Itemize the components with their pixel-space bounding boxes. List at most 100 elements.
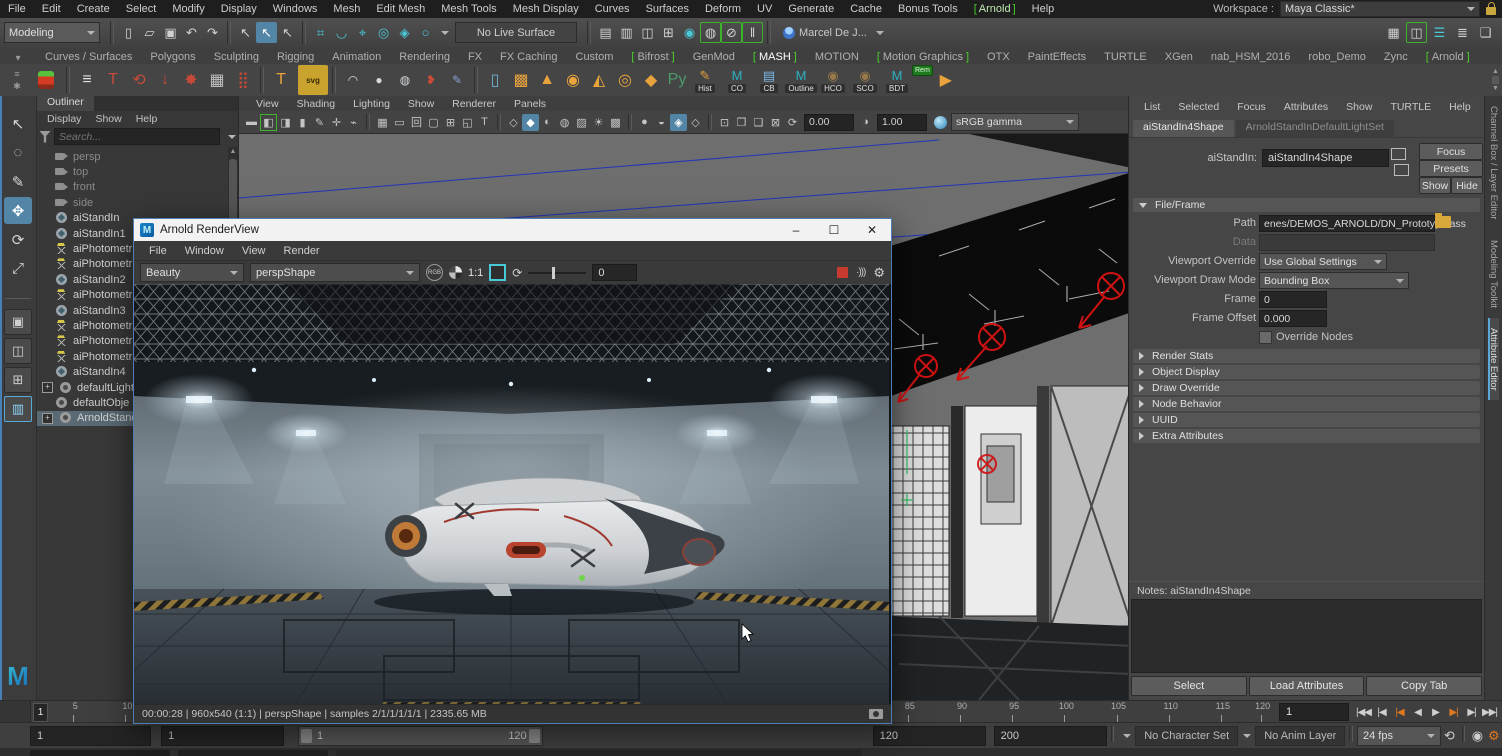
- hide-button[interactable]: Hide: [1451, 177, 1483, 194]
- default-material-icon[interactable]: ●: [636, 114, 653, 131]
- collapsed-section-header[interactable]: Draw Override: [1133, 381, 1480, 395]
- shelf-tab[interactable]: PaintEffects: [1019, 50, 1096, 64]
- wire-on-shaded-icon[interactable]: ◒: [653, 114, 670, 131]
- refresh-render-icon[interactable]: ⟳: [512, 266, 522, 280]
- renderview-menu-item[interactable]: Render: [275, 245, 329, 257]
- live-surface-field[interactable]: No Live Surface: [455, 22, 577, 43]
- layout-single-pane[interactable]: ▣: [4, 309, 32, 335]
- shelf-tab[interactable]: nab_HSM_2016: [1202, 50, 1300, 64]
- character-set-selector[interactable]: No Character Set: [1135, 726, 1238, 746]
- aa-icon[interactable]: ▩: [607, 114, 624, 131]
- viewport-menu-item[interactable]: Renderer: [443, 98, 505, 110]
- color-wheel-icon[interactable]: [449, 266, 462, 279]
- exposure-field[interactable]: 0.00: [804, 114, 854, 131]
- select-tool[interactable]: ↖: [4, 110, 32, 137]
- expand-icon[interactable]: +: [42, 413, 53, 424]
- select-by-object-icon[interactable]: ↖: [256, 22, 277, 43]
- joints-xray-icon[interactable]: ◇: [687, 114, 704, 131]
- shaded-icon[interactable]: ◆: [522, 114, 539, 131]
- scale-tool[interactable]: ⤢: [4, 255, 32, 282]
- shelf-tab[interactable]: Zync: [1375, 50, 1417, 64]
- filter-icon[interactable]: [39, 131, 51, 143]
- overscan-icon[interactable]: ⌁: [345, 114, 362, 131]
- timeline-options-cell[interactable]: [0, 701, 31, 723]
- viewport-draw-mode-dropdown[interactable]: Bounding Box: [1259, 272, 1409, 289]
- range-slider[interactable]: 1 120: [298, 726, 543, 746]
- menu-item[interactable]: Surfaces: [638, 3, 697, 15]
- step-forward-key-button[interactable]: ▶|: [1445, 703, 1462, 721]
- collapsed-section-header[interactable]: Object Display: [1133, 365, 1480, 379]
- chevron-down-icon[interactable]: [1243, 734, 1251, 738]
- menu-item[interactable]: Select: [118, 3, 165, 15]
- shelf-tab[interactable]: MASH: [744, 50, 806, 64]
- snap-to-view-plane-icon[interactable]: ◈: [394, 22, 415, 43]
- frame-offset-field[interactable]: 0.000: [1259, 310, 1327, 327]
- safe-title-icon[interactable]: T: [476, 114, 493, 131]
- shelf-tab[interactable]: Curves / Surfaces: [36, 50, 141, 64]
- zoom-ratio[interactable]: 1:1: [468, 267, 483, 279]
- shelf-tab[interactable]: robo_Demo: [1299, 50, 1374, 64]
- fps-selector[interactable]: 24 fps: [1357, 726, 1441, 746]
- outliner-panel-tab[interactable]: Outliner: [37, 96, 94, 111]
- gamma-field[interactable]: 1.00: [877, 114, 927, 131]
- viewport-menu-item[interactable]: Shading: [288, 98, 345, 110]
- shelf-labeled-button[interactable]: ▤ CB: [754, 68, 784, 93]
- sidebar-vertical-tab[interactable]: Channel Box / Layer Editor: [1488, 96, 1499, 230]
- menu-item[interactable]: Windows: [265, 3, 326, 15]
- notes-textarea[interactable]: [1131, 599, 1482, 673]
- step-forward-frame-button[interactable]: ▶|: [1463, 703, 1480, 721]
- blob-icon[interactable]: ❥: [418, 67, 444, 93]
- layout-two-pane[interactable]: ◫: [4, 338, 32, 364]
- attribute-editor-footer-button[interactable]: Copy Tab: [1366, 676, 1482, 696]
- ao-icon[interactable]: ☀: [590, 114, 607, 131]
- user-account-selector[interactable]: Marcel De J...: [783, 27, 884, 39]
- collapsed-section-header[interactable]: Extra Attributes: [1133, 429, 1480, 443]
- minimize-button[interactable]: –: [777, 219, 815, 241]
- shelf-tab[interactable]: Rendering: [390, 50, 459, 64]
- snap-to-grid-icon[interactable]: ⌗: [310, 22, 331, 43]
- connection-in-icon[interactable]: [1391, 148, 1406, 160]
- menu-item[interactable]: Mesh Display: [505, 3, 587, 15]
- renderview-menu-item[interactable]: File: [140, 245, 176, 257]
- shelf-gear-icon[interactable]: ✱: [13, 81, 21, 92]
- menu-item[interactable]: Edit Mesh: [368, 3, 433, 15]
- menu-item[interactable]: File: [0, 3, 34, 15]
- attribute-editor-menu-item[interactable]: Attributes: [1275, 101, 1337, 113]
- menu-item[interactable]: Edit: [34, 3, 69, 15]
- scroll-up-icon[interactable]: ▲: [229, 147, 237, 157]
- layer-editor-toggle-icon[interactable]: ❏: [1475, 22, 1496, 43]
- presets-button[interactable]: Presets: [1419, 160, 1483, 177]
- playback-start-field[interactable]: 1: [161, 726, 284, 746]
- outliner-item[interactable]: + side: [37, 195, 238, 210]
- shelf-tab[interactable]: FX: [459, 50, 491, 64]
- mash-waiter-icon[interactable]: ≡: [74, 67, 100, 93]
- progressive-render-icon[interactable]: ·))): [856, 267, 865, 278]
- menu-item[interactable]: Cache: [842, 3, 890, 15]
- film-gate-icon[interactable]: ▭: [391, 114, 408, 131]
- safe-action-icon[interactable]: ◱: [459, 114, 476, 131]
- mash-sphere-icon[interactable]: ◉: [560, 67, 586, 93]
- sidebar-vertical-tab[interactable]: Attribute Editor: [1488, 318, 1499, 401]
- aov-selector[interactable]: Beauty: [140, 263, 244, 282]
- animation-end-field[interactable]: 200: [994, 726, 1107, 746]
- ipr-icon[interactable]: ◍: [700, 22, 721, 43]
- plugin-b-icon[interactable]: ❑: [750, 114, 767, 131]
- menu-item[interactable]: Mesh Tools: [433, 3, 504, 15]
- attribute-editor-menu-item[interactable]: Focus: [1228, 101, 1275, 113]
- anim-layer-selector[interactable]: No Anim Layer: [1255, 726, 1345, 746]
- shelf-tab[interactable]: Rigging: [268, 50, 323, 64]
- attribute-editor-menu-item[interactable]: List: [1135, 101, 1169, 113]
- animation-preferences-icon[interactable]: ⚙: [1486, 726, 1502, 746]
- menu-item[interactable]: Modify: [164, 3, 212, 15]
- mash-dots-icon[interactable]: ⣿: [230, 67, 256, 93]
- close-button[interactable]: ✕: [853, 219, 891, 241]
- shelf-labeled-button[interactable]: ✎ Hist: [690, 68, 720, 93]
- go-to-start-button[interactable]: |◀◀: [1355, 703, 1372, 721]
- frame-field[interactable]: 0: [1259, 291, 1327, 308]
- loop-playback-icon[interactable]: ⟲: [1441, 726, 1457, 746]
- lock-icon[interactable]: [1486, 7, 1496, 15]
- shelf-tab[interactable]: Custom: [567, 50, 623, 64]
- make-live-icon[interactable]: ○: [415, 22, 436, 43]
- snapshot-icon[interactable]: ⊠: [767, 114, 784, 131]
- chevron-down-icon[interactable]: [228, 135, 236, 139]
